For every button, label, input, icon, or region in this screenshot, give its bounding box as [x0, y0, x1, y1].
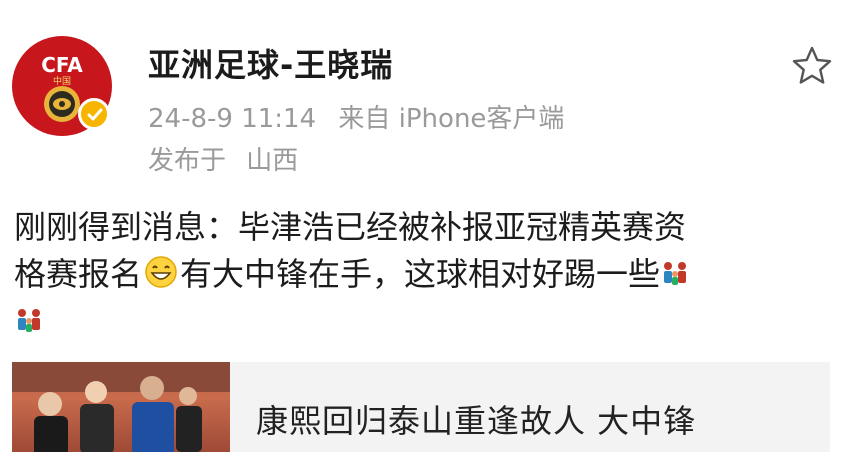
article-title: 康熙回归泰山重逢故人 大中锋 — [256, 402, 697, 440]
article-thumbnail — [12, 362, 230, 452]
article-card[interactable]: 康熙回归泰山重逢故人 大中锋 — [12, 362, 830, 452]
post-location: 发布于 山西 — [148, 140, 298, 177]
post-text-line — [14, 298, 826, 345]
svg-text:中国: 中国 — [53, 75, 71, 87]
post-text-line: 格赛报名 有大中锋在手，这球相对好踢一些 — [14, 251, 826, 298]
post-timestamp: 24-8-9 11:14 — [148, 104, 317, 134]
post-source: 来自 iPhone客户端 — [338, 104, 565, 134]
location-value: 山西 — [246, 146, 299, 176]
post-text-segment: 格赛报名 — [14, 255, 143, 293]
location-prefix: 发布于 — [148, 146, 227, 176]
favorite-button[interactable] — [790, 44, 834, 88]
grin-emoji-icon — [145, 256, 177, 288]
family-emoji-icon — [664, 262, 687, 285]
star-outline-icon — [792, 46, 832, 84]
family-emoji-icon — [18, 309, 40, 332]
svg-text:CFA: CFA — [41, 53, 83, 77]
post-text: 刚刚得到消息：毕津浩已经被补报亚冠精英赛资 格赛报名 有大中锋在手，这球相对好踢… — [14, 204, 826, 345]
post-text-segment: 有大中锋在手，这球相对好踢一些 — [180, 255, 661, 293]
author-name[interactable]: 亚洲足球-王晓瑞 — [148, 40, 393, 86]
verified-badge-icon — [78, 98, 110, 130]
post-meta: 24-8-9 11:14 来自 iPhone客户端 — [148, 98, 564, 135]
post-text-line: 刚刚得到消息：毕津浩已经被补报亚冠精英赛资 — [14, 208, 687, 246]
